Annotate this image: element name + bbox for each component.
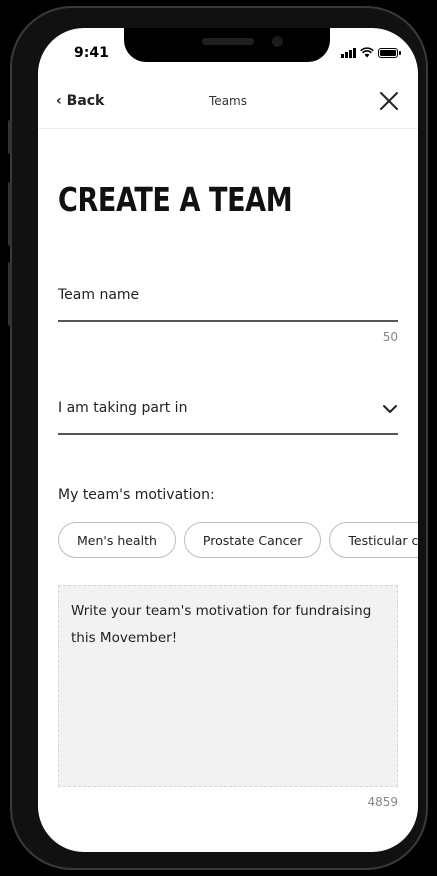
chip-mens-health[interactable]: Men's health — [58, 522, 176, 558]
speaker — [202, 38, 254, 45]
participation-underline — [58, 433, 398, 435]
screen: 9:41 ‹ Back Teams CREATE A TEAM Team nam… — [38, 28, 418, 852]
status-time: 9:41 — [74, 45, 109, 61]
notch — [124, 28, 330, 62]
wifi-icon — [360, 47, 374, 58]
chevron-down-icon[interactable] — [382, 401, 398, 417]
chip-testicular-cancer[interactable]: Testicular cancer — [329, 522, 418, 558]
nav-bar: ‹ Back Teams — [38, 84, 418, 129]
motivation-label: My team's motivation: — [58, 487, 215, 503]
close-icon[interactable] — [376, 88, 402, 114]
status-icons — [341, 47, 401, 58]
side-button — [8, 120, 12, 154]
volume-down-button — [8, 262, 12, 326]
team-name-field[interactable]: Team name — [58, 287, 139, 303]
chip-prostate-cancer[interactable]: Prostate Cancer — [183, 522, 322, 558]
signal-icon — [341, 48, 356, 58]
page-title: CREATE A TEAM — [58, 180, 293, 219]
participation-select[interactable]: I am taking part in — [58, 400, 187, 416]
nav-title: Teams — [209, 94, 247, 108]
motivation-chips: Men's health Prostate Cancer Testicular … — [58, 522, 418, 558]
team-name-counter: 50 — [382, 330, 398, 344]
battery-icon — [378, 48, 401, 58]
motivation-counter: 4859 — [367, 795, 398, 809]
team-name-underline — [58, 320, 398, 322]
volume-up-button — [8, 182, 12, 246]
camera — [272, 36, 283, 47]
motivation-textarea[interactable]: Write your team's motivation for fundrai… — [58, 585, 398, 787]
